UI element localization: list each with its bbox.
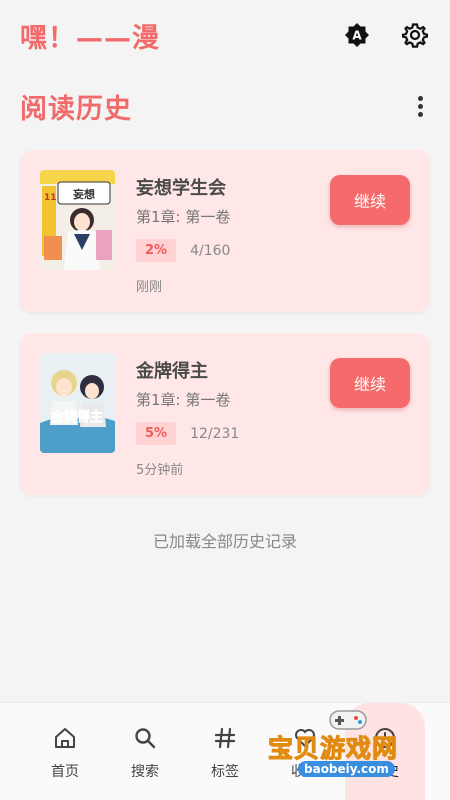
appbar-actions: A	[342, 20, 430, 50]
continue-button[interactable]: 继续	[330, 175, 410, 225]
svg-text:妄想: 妄想	[73, 187, 95, 201]
nav-label: 历史	[371, 764, 399, 780]
nav-tags[interactable]: 标签	[185, 703, 265, 800]
chapter-label: 第1章: 第一卷	[136, 391, 231, 409]
nav-label: 搜索	[131, 764, 159, 780]
cover-image[interactable]: 11 妄想	[40, 170, 115, 270]
continue-button[interactable]: 继续	[330, 358, 410, 408]
comic-title: 金牌得主	[136, 361, 208, 382]
progress-percent-badge: 2%	[136, 239, 177, 262]
nav-search[interactable]: 搜索	[105, 703, 185, 800]
more-vertical-icon[interactable]	[410, 91, 430, 121]
last-read-time: 5分钟前	[136, 463, 184, 478]
svg-text:金牌得主: 金牌得主	[50, 409, 103, 425]
nav-label: 首页	[51, 764, 79, 780]
page-title: 阅读历史	[20, 93, 132, 125]
search-icon	[132, 725, 158, 751]
home-icon	[52, 725, 78, 751]
bottom-nav: 首页 搜索 标签 收藏 历史	[0, 702, 450, 800]
end-of-list-text: 已加载全部历史记录	[152, 532, 297, 551]
nav-label: 标签	[211, 764, 239, 780]
progress-percent-badge: 5%	[136, 422, 177, 445]
history-card[interactable]: 11 妄想 妄想学生会 第1章: 第一卷 2% 4/160 刚刚 继续	[20, 150, 430, 312]
history-card[interactable]: 金牌得主 金牌得主 第1章: 第一卷 5% 12/231 5分钟前 继续	[20, 333, 430, 495]
progress-count: 4/160	[190, 242, 231, 259]
nav-home[interactable]: 首页	[25, 703, 105, 800]
section-header: 阅读历史	[0, 84, 450, 128]
gear-icon[interactable]	[400, 20, 430, 50]
nav-label: 收藏	[291, 764, 319, 780]
progress-row: 2% 4/160	[136, 239, 230, 262]
last-read-time: 刚刚	[136, 280, 163, 295]
hashtag-icon	[212, 725, 238, 751]
history-icon	[372, 725, 398, 751]
app-title: 嘿！——漫	[20, 22, 160, 54]
progress-count: 12/231	[190, 425, 240, 442]
heart-icon	[292, 725, 318, 751]
nav-favorites[interactable]: 收藏	[265, 703, 345, 800]
cover-image[interactable]: 金牌得主	[40, 353, 115, 453]
auto-theme-icon[interactable]: A	[342, 20, 372, 50]
nav-history[interactable]: 历史	[345, 703, 425, 800]
progress-row: 5% 12/231	[136, 422, 239, 445]
comic-title: 妄想学生会	[136, 178, 226, 199]
svg-text:11: 11	[44, 193, 57, 203]
chapter-label: 第1章: 第一卷	[136, 208, 231, 226]
app-bar: 嘿！——漫 A	[0, 0, 450, 70]
svg-text:A: A	[352, 29, 362, 43]
